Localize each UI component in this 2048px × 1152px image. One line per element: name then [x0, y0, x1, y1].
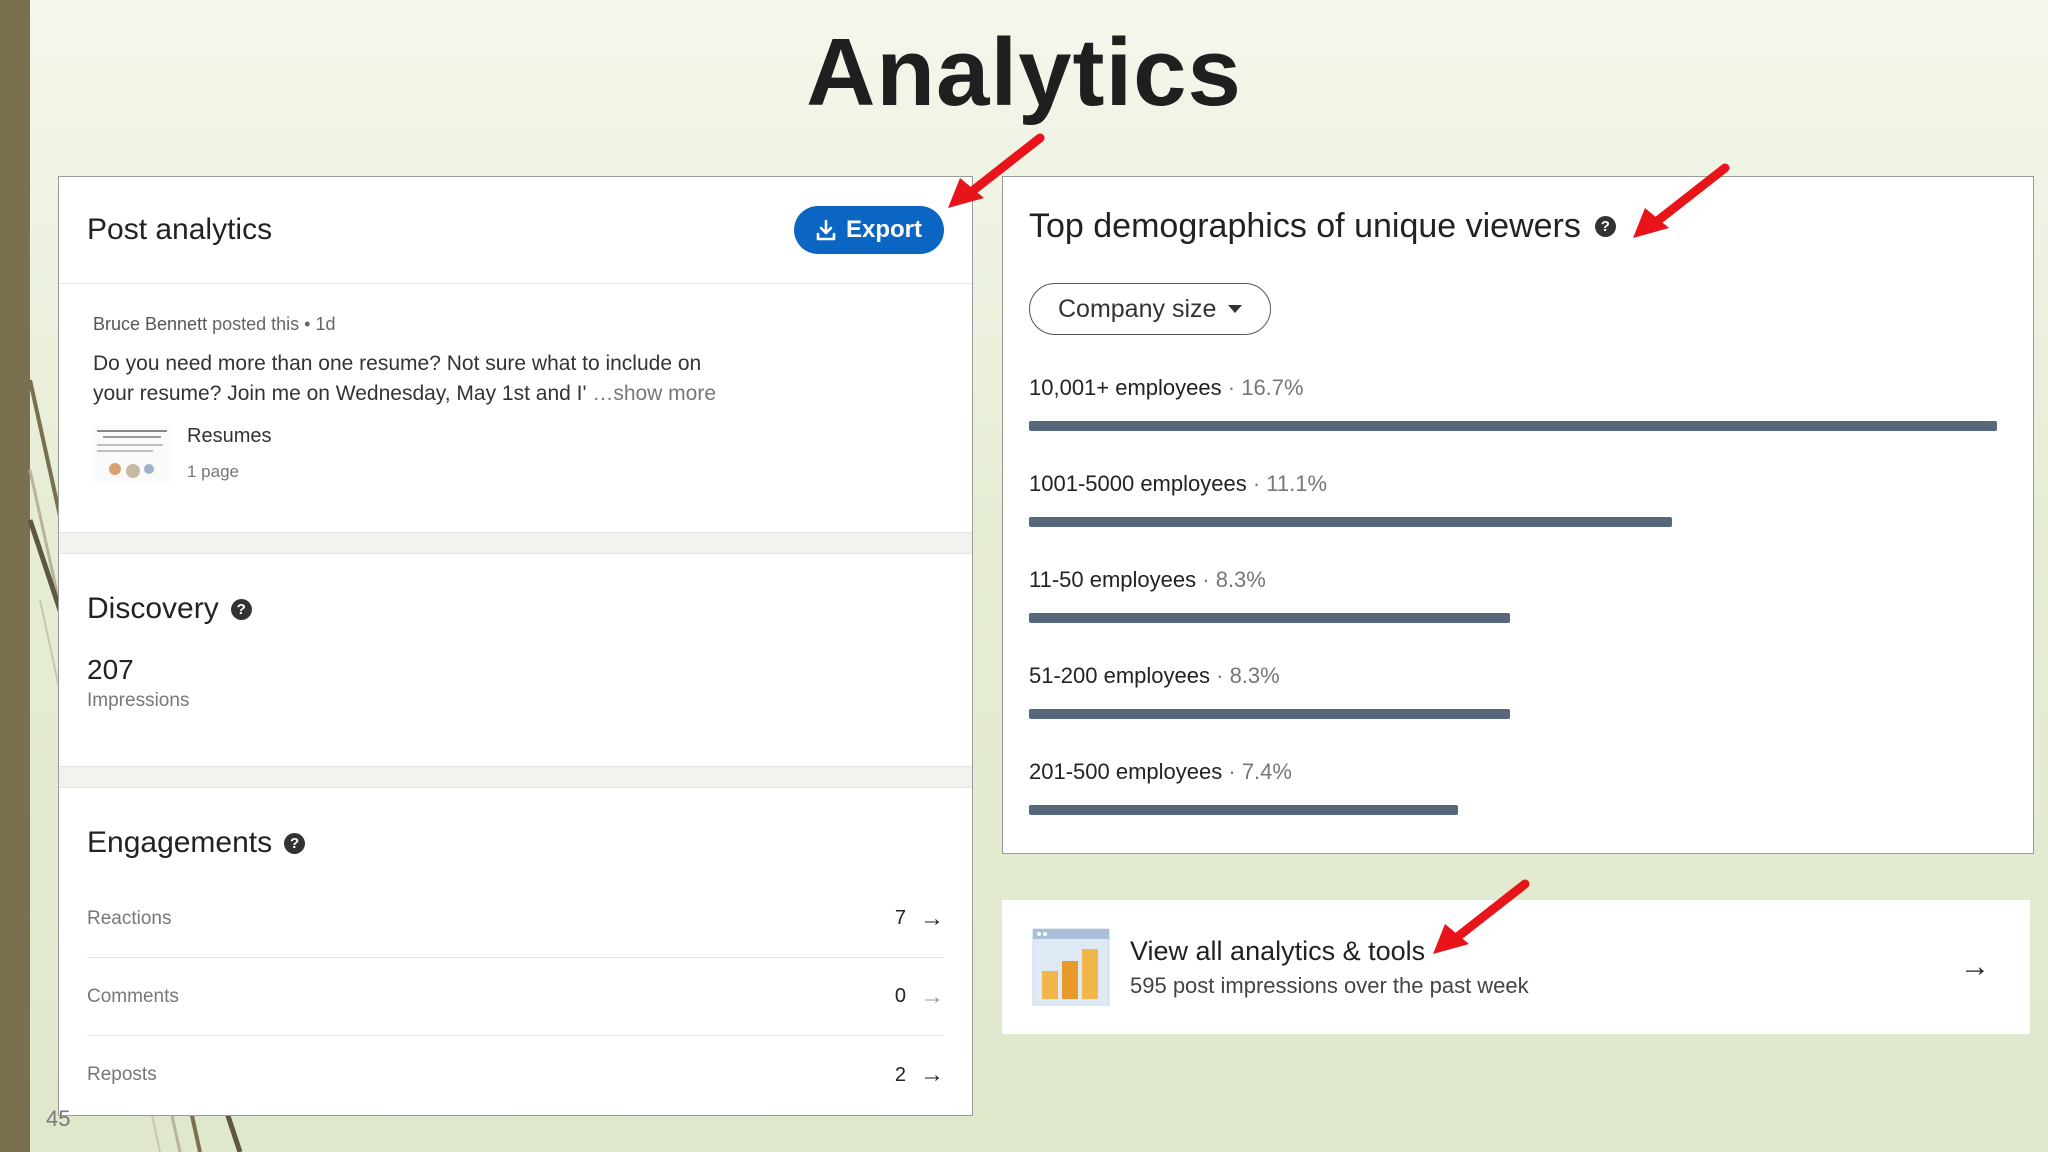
- demographic-name: 51-200 employees: [1029, 663, 1211, 688]
- arrow-right-icon[interactable]: →: [1960, 950, 1990, 984]
- engagement-label: Reactions: [87, 907, 172, 929]
- discovery-title-text: Discovery: [87, 592, 219, 625]
- engagement-label: Comments: [87, 985, 179, 1007]
- arrow-right-icon: →: [920, 1061, 944, 1088]
- demographic-bar-track: [1029, 517, 1997, 527]
- tools-title: View all analytics & tools: [1130, 935, 1426, 966]
- demographic-item: 51-200 employees · 8.3%: [1029, 663, 2009, 759]
- tools-subtitle: 595 post impressions over the past week: [1130, 972, 1529, 998]
- demographic-item: 10,001+ employees · 16.7%: [1029, 375, 2009, 471]
- demographic-bar: [1029, 517, 1672, 527]
- slide-title: Analytics: [806, 19, 1242, 126]
- post-preview[interactable]: Bruce Bennett posted this • 1d Do you ne…: [59, 284, 972, 532]
- demographic-percent: 16.7%: [1241, 375, 1304, 400]
- engagement-value: 0: [894, 985, 906, 1007]
- demographic-item: 1001-5000 employees · 11.1%: [1029, 471, 2009, 567]
- slide-side-bar: [0, 0, 30, 1152]
- help-icon[interactable]: ?: [284, 832, 306, 854]
- export-label: Export: [845, 216, 922, 243]
- demographic-bar: [1029, 709, 1510, 719]
- demographic-bar: [1029, 805, 1458, 815]
- demographic-label: 10,001+ employees · 16.7%: [1029, 375, 1304, 400]
- demographic-percent: 8.3%: [1229, 663, 1280, 688]
- demographics-list: 10,001+ employees · 16.7% 1001-5000 empl…: [1029, 375, 2009, 855]
- engagement-value: 2: [894, 1063, 906, 1086]
- engagements-title: Engagements ?: [87, 826, 944, 860]
- document-thumbnail: [93, 425, 171, 483]
- post-author[interactable]: Bruce Bennett: [93, 314, 207, 334]
- section-divider: [59, 532, 972, 554]
- demographics-panel: Top demographics of unique viewers ? Com…: [1002, 176, 2034, 854]
- demographic-label: 1001-5000 employees · 11.1%: [1029, 471, 1328, 496]
- post-meta: Bruce Bennett posted this • 1d: [93, 314, 938, 335]
- analytics-chart-icon: [1032, 928, 1110, 1006]
- engagement-label: Reposts: [87, 1064, 157, 1085]
- demographic-bar-track: [1029, 421, 1997, 431]
- engagements-section: Engagements ? Reactions 7 → Comments 0 →…: [59, 788, 972, 1114]
- demographic-item: 201-500 employees · 7.4%: [1029, 759, 2009, 855]
- engagement-row-reposts[interactable]: Reposts 2 →: [87, 1036, 944, 1114]
- post-analytics-title: Post analytics: [87, 213, 273, 246]
- engagement-value-group: 2 →: [895, 1061, 944, 1089]
- demographic-name: 10,001+ employees: [1029, 375, 1222, 400]
- demographic-percent: 8.3%: [1215, 567, 1266, 592]
- attached-document[interactable]: Resumes 1 page: [93, 425, 938, 483]
- discovery-title: Discovery ?: [87, 592, 944, 626]
- post-analytics-panel: Post analytics Export Bruce Bennett post…: [58, 176, 973, 1116]
- demographic-percent: 7.4%: [1241, 759, 1292, 784]
- demographics-title: Top demographics of unique viewers ?: [1029, 207, 1616, 246]
- help-icon[interactable]: ?: [230, 598, 252, 620]
- engagement-value-group: 7 →: [895, 905, 944, 933]
- engagement-value-group: 0 →: [895, 983, 944, 1011]
- document-name: Resumes: [187, 425, 272, 447]
- download-icon: [816, 219, 836, 241]
- export-button[interactable]: Export: [793, 206, 944, 254]
- demographic-bar-track: [1029, 709, 1997, 719]
- caret-down-icon: [1228, 305, 1243, 313]
- impressions-label: Impressions: [87, 690, 190, 711]
- post-text: Do you need more than one resume? Not su…: [93, 349, 733, 409]
- dropdown-label: Company size: [1058, 294, 1217, 323]
- impressions-value: 207: [87, 654, 134, 685]
- slide-page-number: 45: [46, 1106, 71, 1131]
- engagement-row-comments[interactable]: Comments 0 →: [87, 958, 944, 1036]
- demographic-bar-track: [1029, 613, 1997, 623]
- demographic-name: 1001-5000 employees: [1029, 471, 1247, 496]
- demographic-name: 11-50 employees: [1029, 567, 1197, 592]
- demographic-bar: [1029, 421, 1997, 431]
- company-size-dropdown[interactable]: Company size: [1029, 283, 1272, 335]
- engagements-list: Reactions 7 → Comments 0 → Reposts 2 →: [87, 880, 944, 1114]
- analytics-tools-card[interactable]: View all analytics & tools 595 post impr…: [1002, 900, 2030, 1034]
- discovery-section: Discovery ? 207 Impressions: [59, 554, 972, 766]
- engagements-title-text: Engagements: [87, 826, 273, 859]
- post-meta-suffix: posted this • 1d: [207, 314, 336, 334]
- show-more-link[interactable]: …show more: [592, 382, 716, 405]
- demographic-bar-track: [1029, 805, 1997, 815]
- demographic-label: 201-500 employees · 7.4%: [1029, 759, 1292, 784]
- demographic-bar: [1029, 613, 1510, 623]
- arrow-right-icon: →: [920, 982, 944, 1010]
- demographic-label: 51-200 employees · 8.3%: [1029, 663, 1280, 688]
- demographic-percent: 11.1%: [1266, 471, 1328, 496]
- section-divider: [59, 766, 972, 788]
- tools-text: View all analytics & tools 595 post impr…: [1130, 936, 1960, 999]
- post-analytics-header: Post analytics Export: [59, 177, 972, 284]
- demographic-item: 11-50 employees · 8.3%: [1029, 567, 2009, 663]
- document-pages: 1 page: [187, 462, 239, 481]
- engagement-value: 7: [894, 907, 906, 929]
- arrow-right-icon: →: [920, 904, 944, 932]
- demographic-name: 201-500 employees: [1029, 759, 1223, 784]
- help-icon[interactable]: ?: [1594, 216, 1616, 237]
- engagement-row-reactions[interactable]: Reactions 7 →: [87, 880, 944, 958]
- demographic-label: 11-50 employees · 8.3%: [1029, 567, 1266, 592]
- demographics-title-text: Top demographics of unique viewers: [1029, 207, 1581, 245]
